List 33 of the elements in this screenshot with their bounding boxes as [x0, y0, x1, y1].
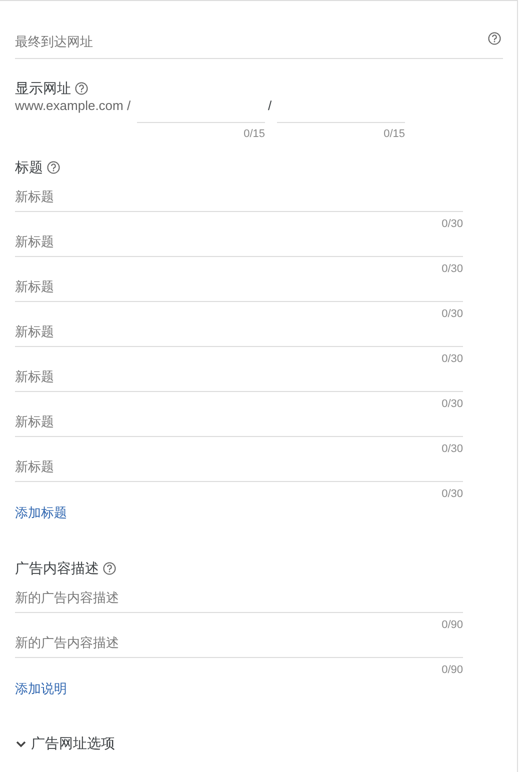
character-counter: 0/30	[440, 217, 463, 226]
character-counter: 0/30	[440, 442, 463, 451]
help-icon[interactable]	[488, 32, 501, 44]
character-counter: 0/90	[440, 663, 463, 672]
headline-field[interactable]: 新标题	[15, 407, 463, 437]
headline-field[interactable]: 新标题	[15, 182, 463, 212]
separator-text: /	[267, 97, 273, 115]
help-icon[interactable]	[103, 562, 116, 574]
headline-field[interactable]: 新标题	[15, 227, 463, 257]
description-field[interactable]: 新的广告内容描述	[15, 583, 463, 613]
character-counter: 0/30	[440, 487, 463, 496]
character-counter: 0/15	[382, 128, 405, 140]
field-label: 显示网址	[15, 79, 71, 97]
headline-field[interactable]: 新标题	[15, 317, 463, 347]
character-counter: 0/30	[440, 262, 463, 271]
description-field[interactable]: 新的广告内容描述	[15, 628, 463, 658]
character-counter: 0/30	[440, 397, 463, 406]
section-label: 广告内容描述	[15, 559, 99, 577]
character-counter: 0/30	[440, 307, 463, 316]
character-counter: 0/30	[440, 352, 463, 361]
domain-text: www.example.com /	[15, 97, 132, 115]
character-counter: 0/15	[242, 128, 265, 140]
help-icon[interactable]	[75, 82, 88, 94]
headline-field[interactable]: 新标题	[15, 272, 463, 302]
headline-field[interactable]: 新标题	[15, 362, 463, 392]
add-link[interactable]: 添加说明	[15, 680, 67, 698]
final-url-field[interactable]: 最终到达网址	[15, 24, 488, 58]
character-counter: 0/90	[440, 618, 463, 627]
headline-field[interactable]: 新标题	[15, 452, 463, 482]
help-icon[interactable]	[47, 160, 60, 174]
section-label: 标题	[15, 158, 43, 176]
add-link[interactable]: 添加标题	[15, 504, 67, 522]
expander[interactable]: 广告网址选项	[15, 733, 115, 754]
